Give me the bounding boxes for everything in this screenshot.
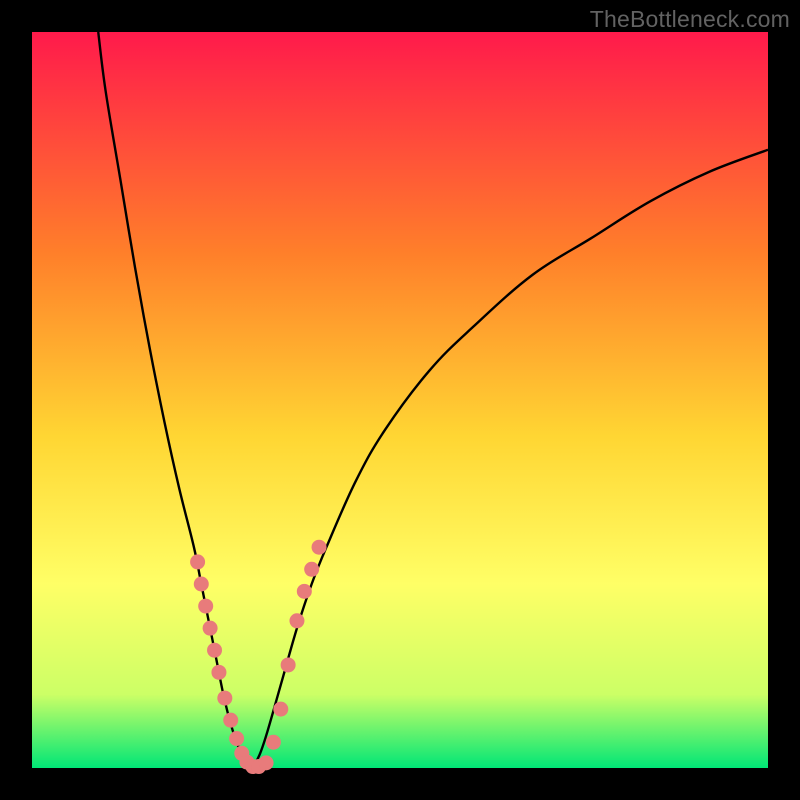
plot-area [32, 32, 768, 768]
chart-frame: TheBottleneck.com [0, 0, 800, 800]
watermark-text: TheBottleneck.com [590, 6, 790, 33]
